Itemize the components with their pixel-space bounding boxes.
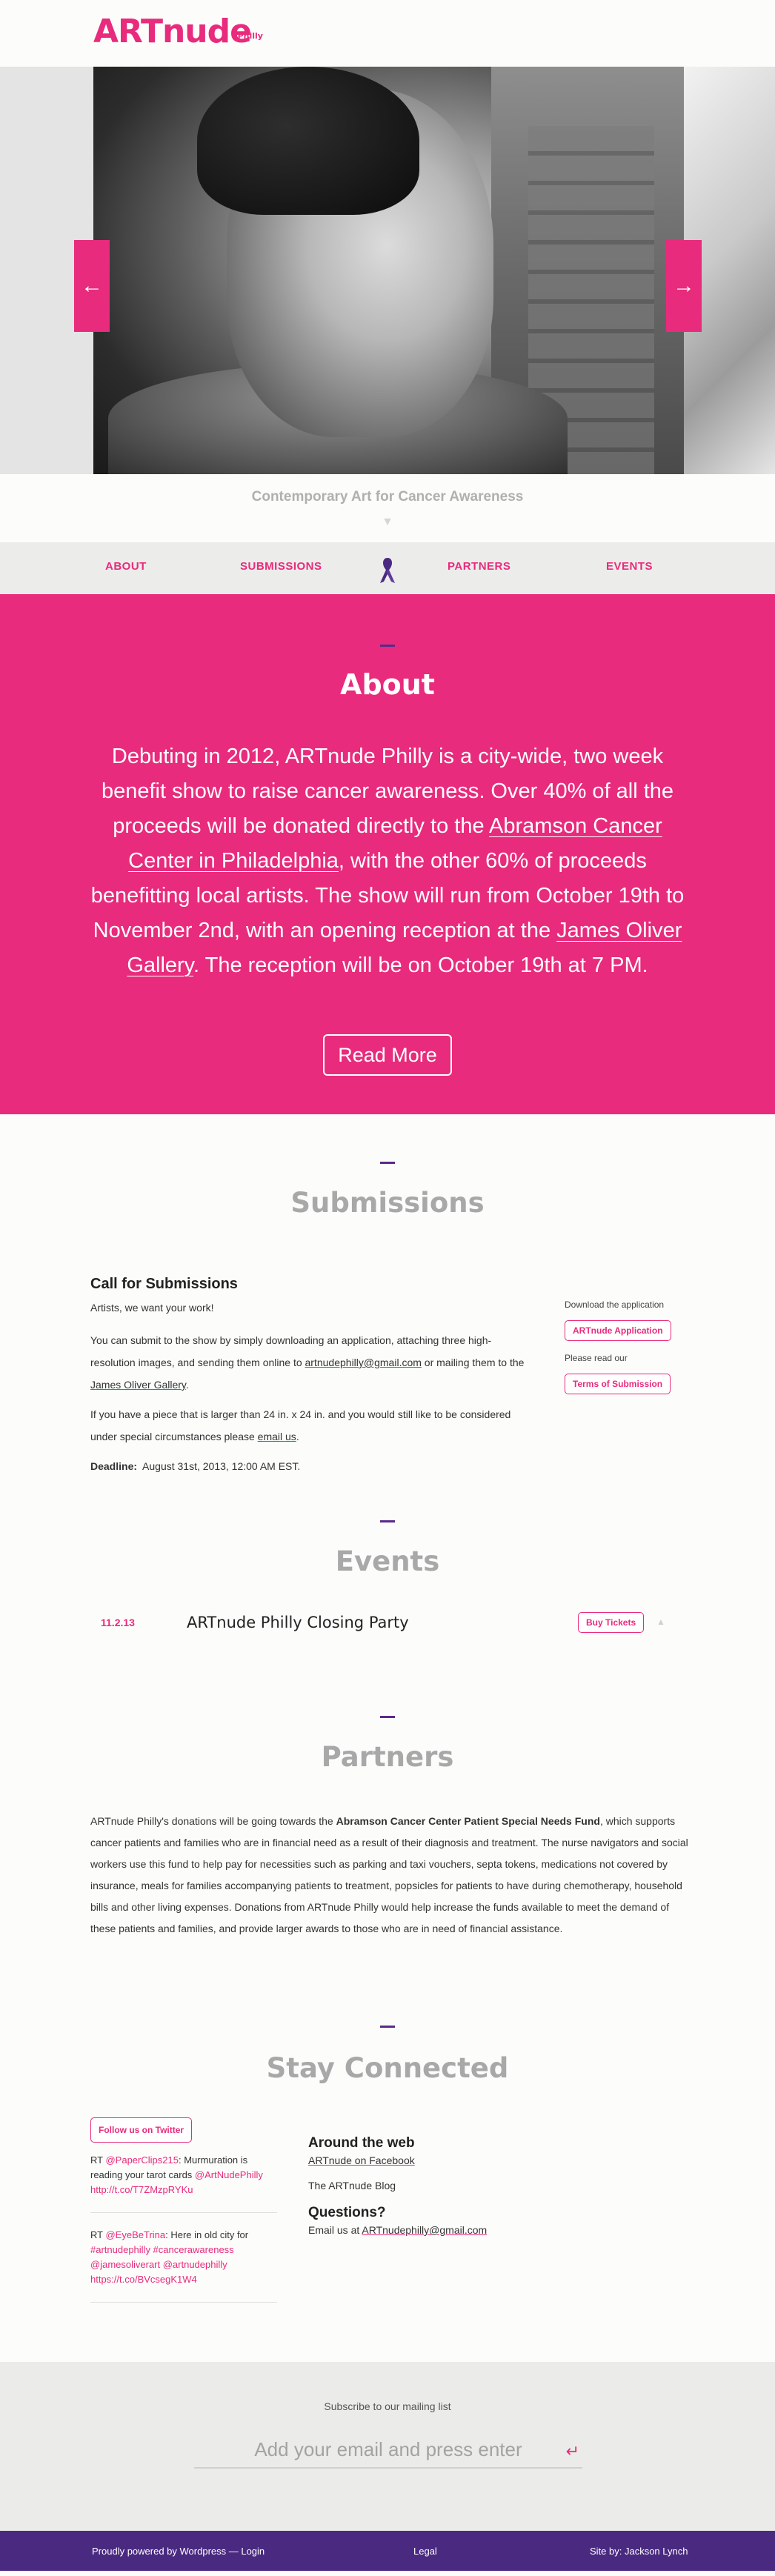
download-label: Download the application [565, 1299, 665, 1310]
application-sidebar: Download the application ARTnude Applica… [565, 1299, 713, 1394]
read-more-button[interactable]: Read More [323, 1034, 452, 1076]
tweet-mention[interactable]: @PaperClips215 [105, 2154, 178, 2166]
events-title: Events [335, 1545, 440, 1577]
nav-submissions[interactable]: SUBMISSIONS [240, 560, 322, 573]
call-paragraph-2: If you have a piece that is larger than … [90, 1403, 535, 1448]
deadline-value: August 31st, 2013, 12:00 AM EST. [142, 1460, 301, 1472]
tweet-hashtags[interactable]: #artnudephilly #cancerawareness @jamesol… [90, 2244, 234, 2270]
footer-legal-link[interactable]: Legal [413, 2546, 437, 2557]
application-button[interactable]: ARTnude Application [565, 1320, 671, 1341]
blog-link[interactable]: The ARTnude Blog [308, 2180, 396, 2191]
deadline: Deadline: August 31st, 2013, 12:00 AM ES… [90, 1455, 535, 1477]
call-for-submissions: Call for Submissions Artists, we want yo… [90, 1273, 535, 1485]
footer: Proudly powered by Wordpress — Login Leg… [0, 2531, 775, 2571]
tagline: Contemporary Art for Cancer Awareness [251, 489, 524, 505]
tweet: RT @EyeBeTrina: Here in old city for #ar… [90, 2228, 277, 2303]
submissions-email-link[interactable]: artnudephilly@gmail.com [305, 1357, 422, 1368]
follow-twitter-button[interactable]: Follow us on Twitter [90, 2117, 193, 2143]
tweet: RT @PaperClips215: Murmuration is readin… [90, 2153, 277, 2213]
text: RT [90, 2154, 106, 2166]
section-divider [380, 645, 395, 647]
deadline-label: Deadline: [90, 1460, 138, 1472]
around-title: Around the web [308, 2135, 415, 2151]
text: : Here in old city for [165, 2229, 249, 2240]
call-paragraph-1: You can submit to the show by simply dow… [90, 1329, 535, 1396]
terms-button[interactable]: Terms of Submission [565, 1374, 671, 1394]
email-us-link[interactable]: email us [258, 1431, 296, 1442]
footer-credit[interactable]: Site by: Jackson Lynch [590, 2546, 688, 2557]
contact-email-link[interactable]: ARTnudephilly@gmail.com [362, 2224, 487, 2236]
about-title: About [340, 668, 435, 701]
events-section: Events 11.2.13 ARTnude Philly Closing Pa… [0, 1520, 775, 1716]
call-intro: Artists, we want your work! [90, 1302, 214, 1314]
submissions-title: Submissions [290, 1187, 485, 1219]
event-date: 11.2.13 [101, 1617, 135, 1628]
hero-slider: ← → [0, 67, 775, 474]
site-logo[interactable]: ARTnude Philly [93, 13, 263, 50]
fund-name: Abramson Cancer Center Patient Special N… [336, 1815, 600, 1827]
mailing-list: Subscribe to our mailing list ↵ [0, 2362, 775, 2531]
nav-about[interactable]: ABOUT [105, 560, 147, 573]
logo-sup: Philly [237, 31, 263, 41]
hero-slide-image [93, 67, 684, 474]
tweet-mention[interactable]: @EyeBeTrina [105, 2229, 165, 2240]
twitter-feed: Follow us on Twitter RT @PaperClips215: … [90, 2117, 277, 2317]
footer-powered-by[interactable]: Proudly powered by Wordpress — Login [92, 2546, 265, 2557]
email-subscribe-input[interactable] [194, 2433, 582, 2466]
event-row: 11.2.13 ARTnude Philly Closing Party Buy… [101, 1612, 693, 1634]
section-divider [380, 1162, 395, 1164]
mailing-label: Subscribe to our mailing list [324, 2400, 451, 2412]
about-section: About Debuting in 2012, ARTnude Philly i… [0, 594, 775, 1114]
enter-icon[interactable]: ↵ [566, 2442, 579, 2461]
event-title[interactable]: ARTnude Philly Closing Party [187, 1614, 409, 1631]
text: . [185, 1379, 189, 1391]
slide-hair [197, 67, 419, 215]
caret-up-icon[interactable]: ▲ [656, 1617, 665, 1627]
awareness-ribbon-icon [380, 558, 395, 583]
stay-connected-title: Stay Connected [266, 2052, 509, 2084]
slider-next-arrow-icon[interactable]: → [666, 240, 702, 332]
buy-tickets-button[interactable]: Buy Tickets [578, 1612, 645, 1633]
section-divider [380, 1716, 395, 1718]
call-heading: Call for Submissions [90, 1276, 238, 1292]
section-divider [380, 1520, 395, 1522]
read-label: Please read our [565, 1353, 628, 1363]
text: . [296, 1431, 299, 1442]
submissions-section: Submissions Call for Submissions Artists… [0, 1114, 775, 1520]
partners-title: Partners [321, 1741, 454, 1773]
section-divider [380, 2026, 395, 2028]
questions-title: Questions? [308, 2205, 386, 2220]
about-text-part: . The reception will be on October 19th … [193, 953, 648, 977]
text: ARTnude Philly's donations will be going… [90, 1815, 336, 1827]
email-label: Email us at [308, 2224, 362, 2236]
text: or mailing them to the [421, 1357, 525, 1368]
text: If you have a piece that is larger than … [90, 1408, 511, 1442]
facebook-link[interactable]: ARTnude on Facebook [308, 2154, 415, 2166]
chevron-down-icon[interactable]: ▼ [0, 516, 775, 529]
text: RT [90, 2229, 106, 2240]
partners-section: Partners ARTnude Philly's donations will… [0, 1716, 775, 2026]
tweet-mention[interactable]: @ArtNudePhilly [195, 2169, 263, 2180]
logo-text: ARTnude [93, 13, 252, 50]
main-nav: ABOUT SUBMISSIONS PARTNERS EVENTS [0, 542, 775, 594]
around-the-web: Around the web ARTnude on Facebook The A… [308, 2135, 605, 2249]
partners-text: ARTnude Philly's donations will be going… [90, 1811, 689, 1940]
submissions-gallery-link[interactable]: James Oliver Gallery [90, 1379, 186, 1391]
nav-events[interactable]: EVENTS [606, 560, 653, 573]
slider-prev-arrow-icon[interactable]: ← [74, 240, 110, 332]
stay-connected-section: Stay Connected Follow us on Twitter RT @… [0, 2026, 775, 2362]
tagline-section: Contemporary Art for Cancer Awareness ▼ [0, 474, 775, 542]
header: ARTnude Philly [0, 0, 775, 67]
tweet-link[interactable]: http://t.co/T7ZMzpRYKu [90, 2184, 193, 2195]
mailing-field: ↵ [194, 2433, 582, 2469]
about-text: Debuting in 2012, ARTnude Philly is a ci… [89, 739, 686, 983]
nav-partners[interactable]: PARTNERS [448, 560, 510, 573]
tweet-link[interactable]: https://t.co/BVcsegK1W4 [90, 2274, 197, 2285]
text: , which supports cancer patients and fam… [90, 1815, 688, 1934]
